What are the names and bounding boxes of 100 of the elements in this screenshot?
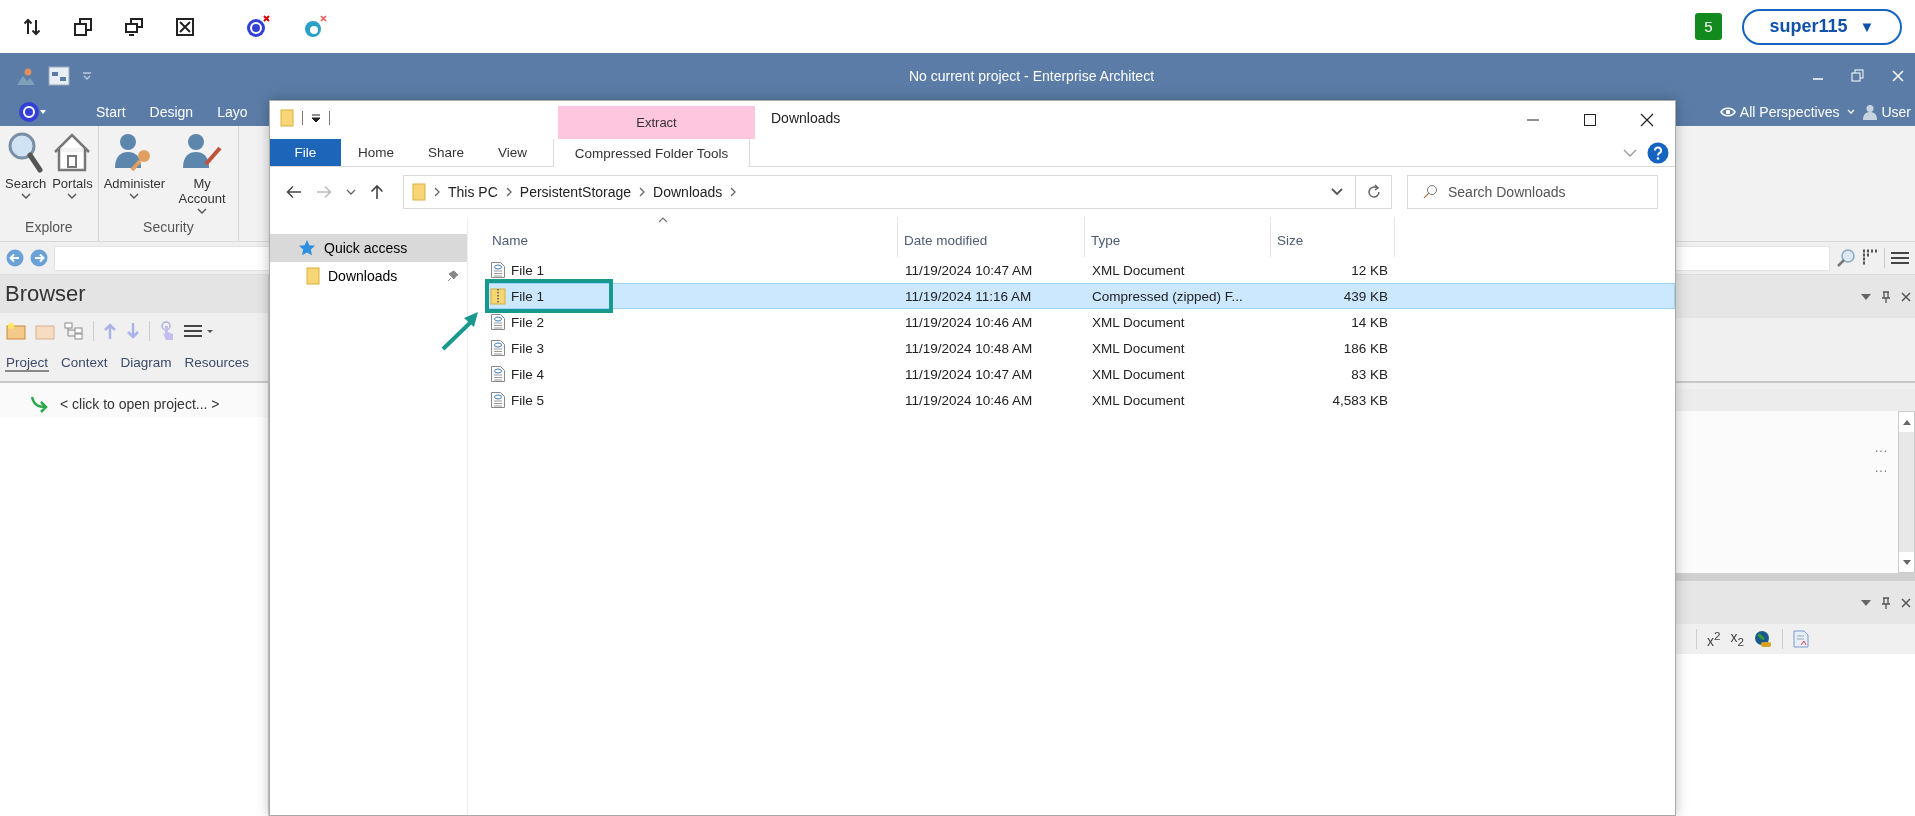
ribbon-tab[interactable]: Compressed Folder Tools xyxy=(553,139,751,167)
perspectives-menu[interactable]: All Perspectives xyxy=(1719,104,1840,120)
column-header[interactable]: Date modified xyxy=(898,217,1085,257)
ribbon-button[interactable]: Portals xyxy=(51,130,94,219)
file-row[interactable]: File 1 11/19/2024 11:16 AM Compressed (zipped) F... 439 KB xyxy=(486,283,1675,309)
open-arrow-icon[interactable] xyxy=(30,395,50,413)
file-row[interactable]: File 1 11/19/2024 10:47 AM XML Document 12 KB xyxy=(486,257,1675,283)
ribbon-tab[interactable]: Design xyxy=(149,104,194,120)
group-label: Security xyxy=(142,219,195,237)
xml-file-icon xyxy=(490,365,506,383)
browser-tab[interactable]: Project xyxy=(5,353,50,372)
ribbon-tab[interactable]: Start xyxy=(96,104,126,120)
help-icon[interactable] xyxy=(1647,141,1669,164)
pin-icon[interactable] xyxy=(1881,596,1891,609)
search-field[interactable]: Search Downloads xyxy=(1407,175,1658,209)
refresh-button[interactable] xyxy=(1356,175,1392,209)
nav-item[interactable]: Quick access xyxy=(270,234,467,262)
column-header[interactable]: Name xyxy=(486,217,898,257)
breadcrumb-item[interactable]: Downloads xyxy=(653,184,723,200)
dropdown-caret-icon[interactable] xyxy=(1861,293,1871,300)
dropdown-caret-icon[interactable] xyxy=(1331,188,1343,196)
chevron-right-icon xyxy=(434,187,440,197)
address-bar[interactable]: This PC PersistentStorage Downloads xyxy=(403,175,1356,209)
list-menu-icon[interactable] xyxy=(184,324,214,338)
xml-file-icon xyxy=(490,261,506,279)
expand-ribbon-icon[interactable] xyxy=(1623,148,1637,157)
quick-access-caret-icon[interactable] xyxy=(82,70,92,81)
browser-tab[interactable]: Context xyxy=(60,353,109,370)
scroll-up-icon[interactable] xyxy=(1902,419,1911,425)
ribbon-tab[interactable]: Layo xyxy=(217,104,248,120)
pointer-arrow xyxy=(440,309,480,351)
maximize-icon xyxy=(1582,113,1597,127)
browser-logo-icon[interactable] xyxy=(302,13,328,40)
pin-icon[interactable] xyxy=(1881,290,1891,303)
file-row[interactable]: File 5 11/19/2024 10:46 AM XML Document 4,583 KB xyxy=(486,387,1675,413)
ribbon-button[interactable]: Administer xyxy=(102,130,167,219)
ribbon-tab[interactable]: View xyxy=(481,139,545,166)
overlapping-squares-icon[interactable] xyxy=(73,16,93,37)
caret-icon xyxy=(67,193,78,199)
menu-icon[interactable] xyxy=(1891,251,1909,265)
user-button[interactable]: super115 ▼ xyxy=(1742,8,1902,45)
fullscreen-icon[interactable] xyxy=(175,16,195,37)
forward-icon[interactable] xyxy=(30,249,48,267)
column-header[interactable]: Type xyxy=(1085,217,1271,257)
size-cell-text: 14 KB xyxy=(1350,314,1389,330)
dropdown-caret-icon[interactable] xyxy=(1861,599,1871,606)
app-menu-icon[interactable] xyxy=(18,101,48,123)
group-label: Explore xyxy=(24,219,74,237)
file-row[interactable]: File 4 11/19/2024 10:47 AM XML Document 83 KB xyxy=(486,361,1675,387)
browser-tab[interactable]: Resources xyxy=(183,353,251,370)
document-icon[interactable] xyxy=(1792,629,1809,648)
grid-icon[interactable] xyxy=(1862,249,1878,267)
list-item-ellipsis: ... xyxy=(1875,441,1888,455)
ribbon-tab[interactable]: File xyxy=(270,139,341,166)
breadcrumb-item[interactable]: PersistentStorage xyxy=(519,184,632,200)
monitors-icon[interactable] xyxy=(124,16,144,37)
globe-link-icon[interactable] xyxy=(1753,629,1772,648)
recent-caret-icon[interactable] xyxy=(346,189,356,195)
type-cell-text: XML Document xyxy=(1091,314,1186,330)
xml-file-icon xyxy=(490,391,506,409)
file-name: File 3 xyxy=(511,340,544,356)
close-icon[interactable] xyxy=(1901,291,1911,302)
diagram-icon[interactable] xyxy=(48,65,70,86)
eye-icon xyxy=(1719,106,1736,118)
customize-caret-icon[interactable] xyxy=(311,113,321,123)
format-button[interactable]: x$_{2}$ xyxy=(1730,629,1744,648)
folder-icon xyxy=(306,267,320,285)
type-cell-text: Compressed (zipped) F... xyxy=(1091,288,1244,304)
date-cell-text: 11/19/2024 10:46 AM xyxy=(904,314,1034,330)
format-button[interactable]: x$^{2}$ xyxy=(1707,628,1721,649)
ribbon-button[interactable]: Search xyxy=(4,130,48,219)
notification-badge: 5 xyxy=(1695,13,1722,40)
ribbon-button[interactable]: My Account xyxy=(170,130,235,219)
date-cell-text: 11/19/2024 10:46 AM xyxy=(904,392,1034,408)
column-header[interactable]: Size xyxy=(1271,217,1395,257)
file-row[interactable]: File 3 11/19/2024 10:48 AM XML Document 186 KB xyxy=(486,335,1675,361)
breadcrumb-item[interactable]: This PC xyxy=(448,184,498,200)
search-icon[interactable] xyxy=(1836,248,1856,268)
file-name: File 2 xyxy=(511,314,544,330)
up-arrow-icon[interactable] xyxy=(370,184,384,200)
search-icon xyxy=(1422,184,1438,200)
tree-icon[interactable] xyxy=(64,322,84,340)
ribbon-tab[interactable]: Home xyxy=(341,139,411,166)
scroll-down-icon[interactable] xyxy=(1902,559,1911,565)
app-icon[interactable] xyxy=(245,13,271,40)
nav-item[interactable]: Downloads xyxy=(270,262,467,290)
refresh-icon xyxy=(1365,184,1382,200)
caret-icon xyxy=(20,193,31,199)
back-icon[interactable] xyxy=(286,185,302,199)
size-cell-text: 12 KB xyxy=(1350,262,1389,278)
swap-arrows-icon[interactable] xyxy=(22,16,42,37)
ribbon-tab[interactable]: Share xyxy=(411,139,482,166)
user-menu[interactable]: User xyxy=(1863,104,1911,120)
close-icon[interactable] xyxy=(1901,597,1911,608)
date-cell-text: 11/19/2024 11:16 AM xyxy=(904,288,1033,304)
file-row[interactable]: File 2 11/19/2024 10:46 AM XML Document 14 KB xyxy=(486,309,1675,335)
date-cell-text: 11/19/2024 10:48 AM xyxy=(904,340,1034,356)
browser-tab[interactable]: Diagram xyxy=(119,353,173,370)
restore-icon[interactable] xyxy=(1851,68,1865,83)
zip-folder-icon xyxy=(490,287,506,305)
